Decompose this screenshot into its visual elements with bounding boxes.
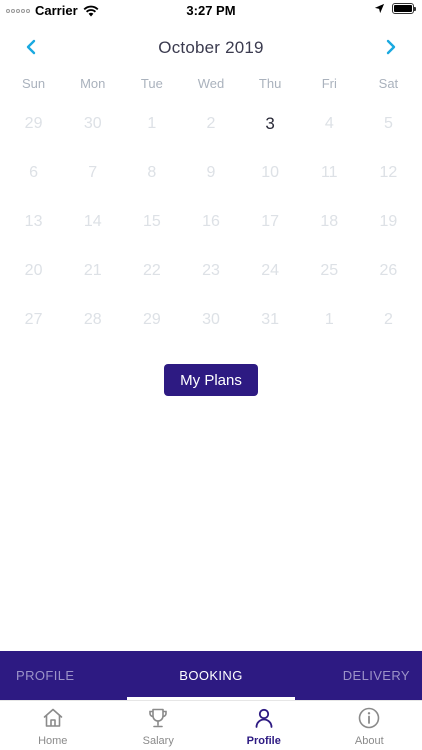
calendar-day[interactable]: 2: [359, 295, 418, 344]
weekday-label: Wed: [197, 76, 225, 91]
calendar-day[interactable]: 16: [181, 197, 240, 246]
calendar-day[interactable]: 21: [63, 246, 122, 295]
weekday-label: Tue: [140, 76, 163, 91]
tabbar-label-about: About: [354, 735, 384, 747]
calendar-day[interactable]: 1: [122, 99, 181, 148]
segment-tab-bar: PROFILE BOOKING DELIVERY: [0, 651, 422, 700]
calendar-day[interactable]: 23: [181, 246, 240, 295]
my-plans-button[interactable]: My Plans: [164, 364, 258, 396]
calendar-day[interactable]: 22: [122, 246, 181, 295]
battery-icon: [392, 3, 416, 14]
calendar-day[interactable]: 6: [4, 148, 63, 197]
calendar-day[interactable]: 8: [122, 148, 181, 197]
calendar-day[interactable]: 18: [300, 197, 359, 246]
calendar-day[interactable]: 7: [63, 148, 122, 197]
tabbar-item-salary[interactable]: Salary: [106, 701, 212, 750]
calendar-day[interactable]: 14: [63, 197, 122, 246]
calendar-day[interactable]: 29: [122, 295, 181, 344]
weekday-label: Sat: [378, 76, 399, 91]
calendar-day[interactable]: 28: [63, 295, 122, 344]
status-right: [374, 3, 416, 14]
calendar-day[interactable]: 10: [241, 148, 300, 197]
calendar-day-grid: 29 30 1 2 3 4 5 6 7 8 9 10 11 12 13 14 1…: [4, 99, 418, 344]
weekday-label: Thu: [258, 76, 282, 91]
tabbar-item-about[interactable]: About: [317, 701, 422, 750]
calendar-day[interactable]: 25: [300, 246, 359, 295]
next-month-button[interactable]: [376, 32, 406, 62]
calendar-day[interactable]: 31: [241, 295, 300, 344]
calendar-day[interactable]: 26: [359, 246, 418, 295]
calendar-header: October 2019: [0, 32, 422, 62]
weekday-label: Mon: [80, 76, 106, 91]
tab-booking[interactable]: BOOKING: [127, 651, 295, 700]
tabbar-item-profile[interactable]: Profile: [211, 701, 317, 750]
calendar-day[interactable]: 12: [359, 148, 418, 197]
calendar-day[interactable]: 30: [181, 295, 240, 344]
calendar-day[interactable]: 1: [300, 295, 359, 344]
calendar-day[interactable]: 4: [300, 99, 359, 148]
calendar-day[interactable]: 9: [181, 148, 240, 197]
tab-delivery[interactable]: DELIVERY: [343, 651, 410, 700]
calendar-day[interactable]: 20: [4, 246, 63, 295]
tabbar-label-profile: Profile: [246, 735, 281, 747]
location-arrow-icon: [374, 3, 385, 14]
calendar-day[interactable]: 15: [122, 197, 181, 246]
calendar-day[interactable]: 24: [241, 246, 300, 295]
calendar-day[interactable]: 30: [63, 99, 122, 148]
weekday-label: Fri: [321, 76, 337, 91]
tabbar-label-salary: Salary: [142, 735, 174, 747]
calendar-day[interactable]: 27: [4, 295, 63, 344]
calendar-day[interactable]: 5: [359, 99, 418, 148]
calendar-day[interactable]: 2: [181, 99, 240, 148]
calendar-day[interactable]: 19: [359, 197, 418, 246]
tabbar-label-home: Home: [38, 735, 68, 747]
month-title: October 2019: [158, 38, 264, 57]
calendar-day[interactable]: 13: [4, 197, 63, 246]
chevron-right-icon: [386, 39, 396, 55]
info-icon: [358, 707, 380, 729]
bottom-tab-bar: Home Salary Profile About: [0, 700, 422, 750]
user-icon: [255, 708, 273, 728]
calendar-day[interactable]: 29: [4, 99, 63, 148]
status-bar: Carrier 3:27 PM: [0, 0, 422, 22]
trophy-icon: [149, 708, 168, 728]
home-icon: [43, 708, 63, 727]
status-time: 3:27 PM: [186, 3, 236, 18]
calendar-day-today[interactable]: 3: [241, 99, 300, 148]
tabbar-item-home[interactable]: Home: [0, 701, 106, 750]
weekday-label: Sun: [22, 76, 46, 91]
calendar-day[interactable]: 17: [241, 197, 300, 246]
weekday-row: Sun Mon Tue Wed Thu Fri Sat: [4, 76, 418, 91]
calendar-day[interactable]: 11: [300, 148, 359, 197]
tab-profile[interactable]: PROFILE: [16, 651, 74, 700]
